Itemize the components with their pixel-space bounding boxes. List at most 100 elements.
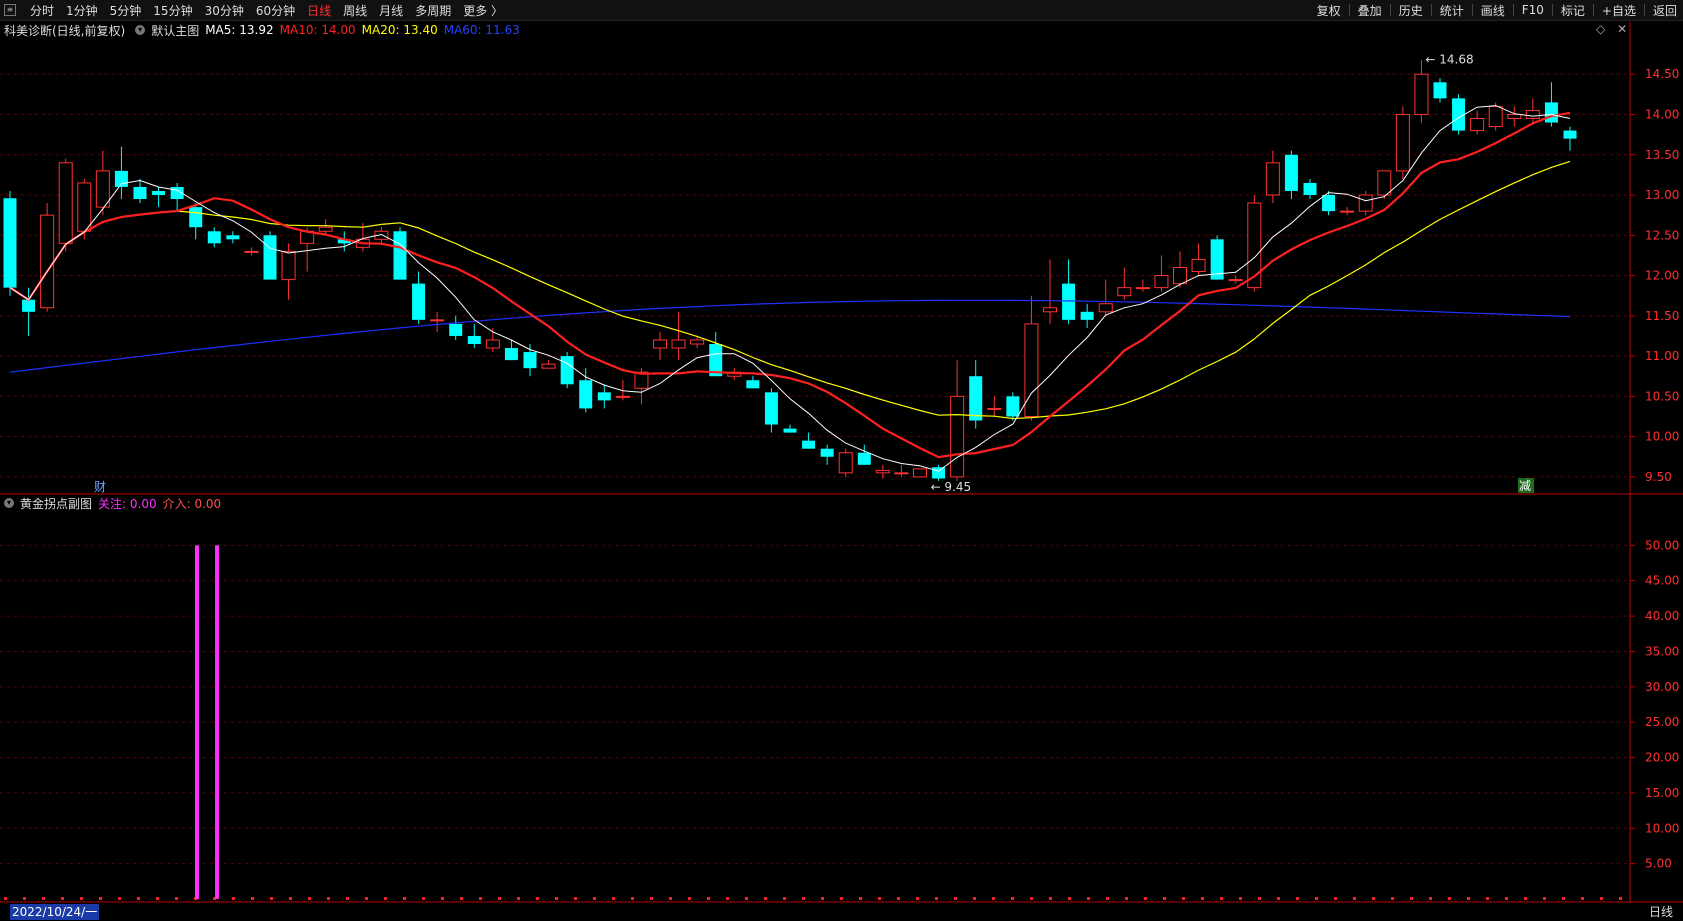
- signal-baseline-dot: [536, 897, 539, 900]
- candle-body-up: [1228, 279, 1243, 282]
- signal-baseline-dot: [1410, 897, 1413, 900]
- candle-body-up: [1098, 303, 1113, 313]
- signal-baseline-dot: [365, 897, 368, 900]
- candle-body-down: [393, 231, 407, 280]
- signal-baseline-dot: [1619, 897, 1622, 900]
- signal-baseline-dot: [1448, 897, 1451, 900]
- signal-baseline-dot: [1144, 897, 1147, 900]
- sub-tick-label: 15.00: [1645, 786, 1679, 800]
- signal-baseline-dot: [327, 897, 330, 900]
- signal-baseline-dot: [688, 897, 691, 900]
- signal-baseline-dot: [631, 897, 634, 900]
- signal-baseline-dot: [1391, 897, 1394, 900]
- candle-body-up: [653, 339, 667, 349]
- candle-body-down: [820, 448, 834, 457]
- signal-baseline-dot: [289, 897, 292, 900]
- candle-body-up: [838, 452, 853, 474]
- signal-baseline-dot: [1087, 897, 1090, 900]
- candle-body-down: [467, 335, 481, 345]
- candle-body-up: [950, 395, 965, 478]
- signal-baseline-dot: [1030, 897, 1033, 900]
- candle-body-up: [1414, 73, 1429, 115]
- signal-baseline-dot: [1068, 897, 1071, 900]
- signal-baseline-dot: [1543, 897, 1546, 900]
- signal-baseline-dot: [1258, 897, 1261, 900]
- signal-baseline-dot: [498, 897, 501, 900]
- candle-body-down: [226, 235, 240, 240]
- signal-baseline-dot: [1201, 897, 1204, 900]
- candle-body-down: [1322, 195, 1336, 212]
- candle-body-down: [189, 207, 203, 228]
- signal-baseline-dot: [1524, 897, 1527, 900]
- signal-baseline-dot: [308, 897, 311, 900]
- signal-baseline-dot: [1505, 897, 1508, 900]
- sub-tick-label: 5.00: [1645, 857, 1672, 871]
- candle-body-up: [1358, 194, 1373, 212]
- signal-baseline-dot: [23, 897, 26, 900]
- candle-body-down: [969, 376, 983, 421]
- candle-body-down: [1006, 396, 1020, 417]
- sub-tick-label: 35.00: [1645, 644, 1679, 658]
- signal-baseline-dot: [669, 897, 672, 900]
- signal-baseline-dot: [118, 897, 121, 900]
- signal-baseline-dot: [1353, 897, 1356, 900]
- signal-baseline-dot: [270, 897, 273, 900]
- signal-baseline-dot: [1334, 897, 1337, 900]
- ma20-line: [9, 160, 1571, 420]
- signal-baseline-dot: [403, 897, 406, 900]
- signal-baseline-dot: [251, 897, 254, 900]
- candle-body-up: [1488, 105, 1503, 128]
- main-tick-label: 10.00: [1645, 430, 1679, 444]
- signal-baseline-dot: [840, 897, 843, 900]
- signal-baseline-dot: [1125, 897, 1128, 900]
- candle-body-up: [77, 182, 92, 232]
- signal-baseline-dot: [1106, 897, 1109, 900]
- candle-body-down: [1544, 102, 1558, 123]
- signal-baseline-dot: [859, 897, 862, 900]
- signal-baseline-dot: [232, 897, 235, 900]
- candle-body-up: [1525, 109, 1540, 120]
- candle-body-down: [1303, 182, 1317, 196]
- signal-baseline-dot: [1486, 897, 1489, 900]
- main-tick-label: 14.50: [1645, 67, 1679, 81]
- main-tick-label: 11.00: [1645, 349, 1679, 363]
- kline-chart[interactable]: 14.50 14.00 13.50 13.00 12.50 12.00 11.50 11.00…: [0, 0, 1683, 903]
- candle-body-up: [913, 468, 927, 478]
- signal-baseline-dot: [1372, 897, 1375, 900]
- candle-body-up: [58, 162, 73, 244]
- candle-body-up: [485, 339, 500, 349]
- sub-tick-label: 50.00: [1645, 538, 1679, 552]
- candle-body-up: [95, 170, 110, 208]
- signal-baseline-dot: [156, 897, 159, 900]
- candle-body-up: [1173, 267, 1187, 285]
- main-tick-label: 9.50: [1645, 470, 1672, 484]
- sub-tick-label: 10.00: [1645, 821, 1679, 835]
- candle-body-up: [40, 214, 55, 309]
- candle-body-down: [152, 190, 166, 196]
- candle-body-up: [1154, 275, 1169, 289]
- signal-baseline-dot: [1220, 897, 1223, 900]
- signal-bar: [195, 545, 199, 899]
- candle-body-up: [1265, 162, 1280, 196]
- signal-baseline-dot: [1562, 897, 1565, 900]
- signal-baseline-dot: [1239, 897, 1242, 900]
- candle-body-up: [875, 469, 890, 474]
- signal-baseline-dot: [422, 897, 425, 900]
- candle-body-down: [746, 380, 760, 389]
- candle-body-down: [560, 356, 574, 385]
- candle-body-up: [430, 319, 445, 322]
- candle-body-down: [504, 348, 518, 361]
- candle-body-down: [1284, 154, 1298, 191]
- candle-body-up: [1135, 287, 1150, 290]
- candle-body-down: [133, 186, 147, 200]
- signal-baseline-dot: [1315, 897, 1318, 900]
- period-button[interactable]: 日线: [1649, 904, 1673, 920]
- signal-baseline-dot: [1277, 897, 1280, 900]
- candle-body-up: [244, 250, 259, 253]
- signal-baseline-dot: [175, 897, 178, 900]
- high-price-label: ← 14.68: [1425, 53, 1473, 67]
- candle-body-up: [281, 250, 296, 281]
- signal-baseline-dot: [745, 897, 748, 900]
- signal-baseline-dot: [4, 897, 7, 900]
- signal-baseline-dot: [707, 897, 710, 900]
